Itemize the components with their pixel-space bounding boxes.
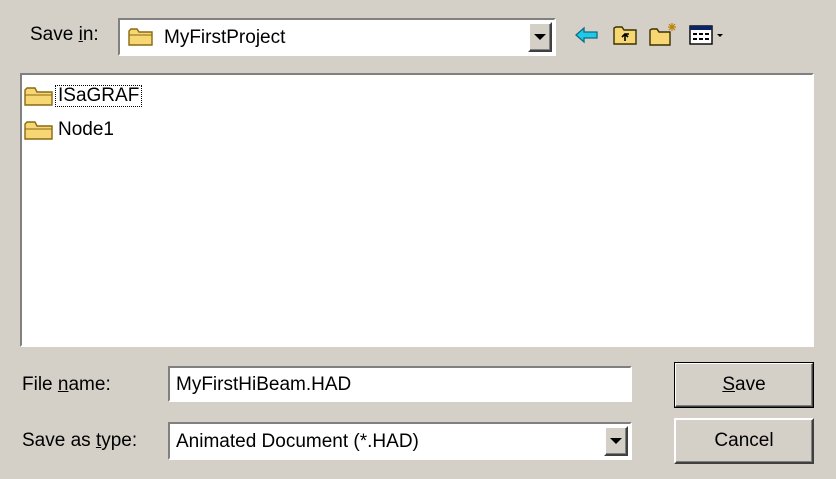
save-as-type-label: Save as type:	[22, 430, 138, 451]
save-as-type-dropdown-button[interactable]	[604, 426, 628, 456]
save-button[interactable]: Save	[674, 362, 814, 408]
list-item[interactable]: ISaGRAF	[24, 84, 143, 108]
back-arrow-icon[interactable]	[572, 22, 602, 48]
cancel-button-label: Cancel	[714, 430, 774, 451]
chevron-down-icon	[534, 34, 546, 40]
cancel-button[interactable]: Cancel	[674, 418, 814, 464]
save-as-type-dropdown[interactable]: Animated Document (*.HAD)	[168, 422, 632, 460]
save-in-dropdown[interactable]: MyFirstProject	[118, 18, 556, 56]
new-folder-icon[interactable]	[648, 22, 678, 48]
save-in-value: MyFirstProject	[164, 27, 286, 48]
list-item-label: Node1	[58, 119, 114, 140]
list-item[interactable]: Node1	[24, 118, 116, 142]
file-list[interactable]: ISaGRAF Node1	[20, 73, 814, 347]
folder-icon	[128, 27, 154, 47]
up-one-level-icon[interactable]	[610, 22, 640, 48]
save-in-dropdown-button[interactable]	[528, 22, 552, 52]
chevron-down-icon	[610, 438, 622, 444]
file-name-value: MyFirstHiBeam.HAD	[176, 374, 352, 395]
file-name-field[interactable]: MyFirstHiBeam.HAD	[168, 366, 632, 402]
folder-icon	[24, 85, 54, 107]
save-in-label: Save in:	[30, 24, 99, 45]
save-button-label: Save	[722, 374, 766, 395]
folder-icon	[24, 119, 54, 141]
save-as-type-value: Animated Document (*.HAD)	[176, 431, 419, 452]
view-menu-icon[interactable]	[686, 22, 730, 48]
file-name-label: File name:	[22, 374, 111, 395]
list-item-label: ISaGRAF	[54, 85, 143, 107]
